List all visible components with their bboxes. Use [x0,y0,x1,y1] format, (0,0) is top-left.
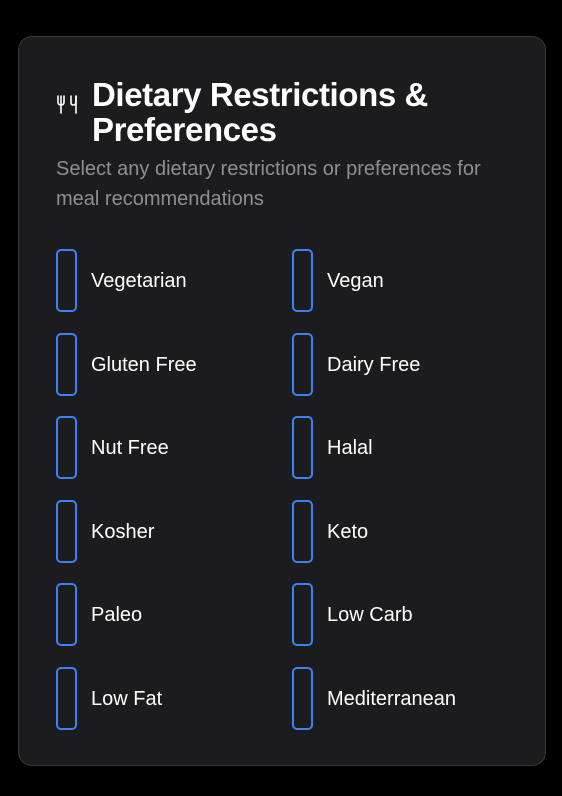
mediterranean-checkbox[interactable] [292,666,313,730]
low-carb-checkbox[interactable] [292,583,313,646]
keto-checkbox[interactable] [292,499,313,563]
option-mediterranean[interactable]: Mediterranean [292,666,528,751]
dairy-free-checkbox[interactable] [292,332,313,396]
option-dairy-free[interactable]: Dairy Free [292,332,528,417]
kosher-checkbox[interactable] [56,499,77,563]
utensils-icon [56,93,80,115]
option-label: Dairy Free [327,353,421,376]
option-halal[interactable]: Halal [292,416,528,500]
option-low-carb[interactable]: Low Carb [292,583,528,667]
option-label: Nut Free [91,437,169,459]
option-label: Halal [327,437,373,459]
dietary-card: Dietary Restrictions & Preferences Selec… [18,36,546,766]
option-vegan[interactable]: Vegan [292,249,528,333]
vegetarian-checkbox[interactable] [56,249,77,312]
option-gluten-free[interactable]: Gluten Free [56,332,292,417]
option-vegetarian[interactable]: Vegetarian [56,249,292,333]
option-label: Mediterranean [327,687,456,710]
card-subtitle: Select any dietary restrictions or prefe… [56,158,481,210]
option-label: Low Carb [327,604,413,626]
option-keto[interactable]: Keto [292,499,528,584]
option-nut-free[interactable]: Nut Free [56,416,292,500]
option-label: Vegetarian [91,270,187,292]
halal-checkbox[interactable] [292,416,313,479]
option-label: Paleo [91,604,143,626]
low-fat-checkbox[interactable] [56,666,77,730]
paleo-checkbox[interactable] [56,583,77,646]
nut-free-checkbox[interactable] [56,416,77,479]
option-low-fat[interactable]: Low Fat [56,666,292,751]
option-label: Gluten Free [91,353,197,376]
option-paleo[interactable]: Paleo [56,583,292,667]
option-label: Kosher [91,520,155,543]
vegan-checkbox[interactable] [292,249,313,312]
card-title: Dietary Restrictions & Preferences [92,76,428,148]
dietary-options-grid: Vegetarian Vegan Gluten Free Dairy Free … [56,249,526,750]
option-label: Low Fat [91,687,163,710]
option-kosher[interactable]: Kosher [56,499,292,584]
gluten-free-checkbox[interactable] [56,332,77,396]
option-label: Vegan [327,270,384,292]
option-label: Keto [327,520,369,543]
